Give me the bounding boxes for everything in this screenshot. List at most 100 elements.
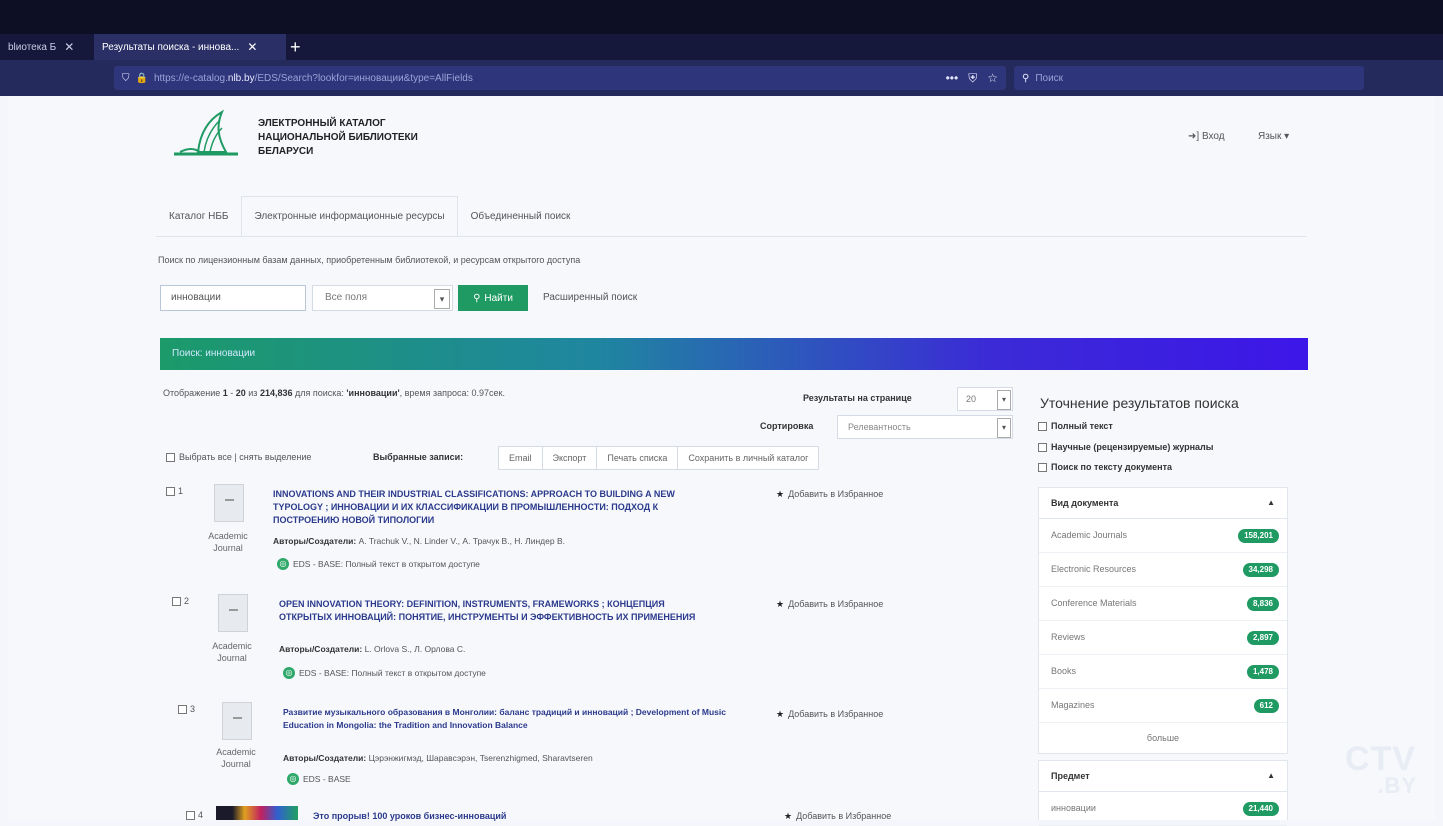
document-thumbnail-icon[interactable]	[222, 702, 252, 740]
sort-select[interactable]: Релевантность ▾	[837, 415, 1013, 439]
count-sep: из	[245, 388, 260, 398]
facet-item-label: Magazines	[1051, 700, 1095, 710]
globe-icon: ◎	[277, 558, 289, 570]
result-title[interactable]: OPEN INNOVATION THEORY: DEFINITION, INST…	[279, 598, 719, 624]
result-number[interactable]: 1	[166, 486, 183, 496]
per-page-select[interactable]: 20 ▾	[957, 387, 1013, 411]
result-number-value: 2	[184, 596, 190, 606]
result-number[interactable]: 2	[172, 596, 189, 606]
search-input[interactable]: инновации	[160, 285, 306, 311]
more-actions-icon[interactable]: •••	[946, 71, 959, 85]
facet-item-label: Books	[1051, 666, 1077, 676]
document-thumbnail-icon[interactable]	[218, 594, 248, 632]
bookmark-star-icon[interactable]: ☆	[987, 71, 998, 85]
new-tab-button[interactable]: +	[290, 34, 301, 60]
login-link[interactable]: ➜] Вход	[1188, 131, 1225, 142]
count-badge: 21,440	[1242, 802, 1279, 816]
result-type-line: Academic	[208, 531, 248, 541]
close-icon[interactable]: ✕	[247, 40, 257, 54]
count-sep: -	[227, 388, 236, 398]
chevron-down-icon: ▾	[434, 289, 450, 309]
result-number-value: 3	[190, 704, 196, 714]
ctv-watermark: CTV .BY	[1345, 742, 1425, 797]
add-favorite-link[interactable]: ★ Добавить в Избранное	[776, 599, 883, 610]
result-title[interactable]: INNOVATIONS AND THEIR INDUSTRIAL CLASSIF…	[273, 488, 713, 527]
facet-item[interactable]: Magazines 612	[1039, 689, 1287, 723]
facet-title: Вид документа	[1051, 498, 1119, 508]
result-checkbox[interactable]	[166, 486, 175, 496]
per-page-value: 20	[966, 394, 977, 404]
facet-document-type: Вид документа ▲ Academic Journals 158,201 …	[1038, 487, 1288, 754]
select-all-control[interactable]: Выбрать все | снять выделение	[166, 452, 311, 462]
result-checkbox[interactable]	[186, 810, 195, 820]
email-button[interactable]: Email	[498, 446, 543, 470]
facet-header[interactable]: Предмет ▲	[1039, 761, 1287, 792]
advanced-search-link[interactable]: Расширенный поиск	[543, 292, 637, 303]
tab-nlb-catalog[interactable]: Каталог НББ	[156, 196, 241, 236]
facet-item[interactable]: Books 1,478	[1039, 655, 1287, 689]
select-all-checkbox[interactable]	[166, 452, 175, 462]
browser-tab-library[interactable]: blиотека Б ✕	[0, 34, 90, 60]
result-type-line: Academic	[212, 641, 252, 651]
globe-icon: ◎	[287, 773, 299, 785]
book-cover-thumbnail[interactable]	[216, 806, 298, 820]
pocket-icon[interactable]: ⛨	[968, 71, 977, 86]
result-title[interactable]: Это прорыв! 100 уроков бизнес-инноваций	[313, 810, 733, 823]
search-field-select[interactable]: Все поля ▾	[312, 285, 453, 311]
find-button[interactable]: ⚲ Найти	[458, 285, 528, 311]
authors-value[interactable]: L. Orlova S., Л. Орлова С.	[365, 644, 466, 654]
search-placeholder: Поиск	[1035, 72, 1064, 84]
result-type: Academic Journal	[198, 530, 258, 554]
add-favorite-link[interactable]: ★ Добавить в Избранное	[776, 709, 883, 720]
save-to-catalog-button[interactable]: Сохранить в личный каталог	[677, 446, 820, 470]
url-bar[interactable]: ⛉ 🔒 https://e-catalog. nlb.by/EDS/Search?…	[114, 66, 1006, 90]
facet-more-link[interactable]: больше	[1039, 723, 1287, 753]
browser-search-bar[interactable]: ⚲ Поиск	[1014, 66, 1364, 90]
result-authors: Авторы/Создатели: Цэрэнжигмэд, Шаравсэрэ…	[283, 753, 593, 763]
authors-value[interactable]: A. Trachuk V., N. Linder V., А. Трачук В…	[359, 536, 565, 546]
count-badge: 1,478	[1246, 665, 1279, 679]
result-checkbox[interactable]	[172, 596, 181, 606]
facet-item[interactable]: инновации 21,440	[1039, 792, 1287, 826]
result-number[interactable]: 3	[178, 704, 195, 714]
result-type-line: Academic	[216, 747, 256, 757]
filter-checkbox[interactable]	[1038, 442, 1047, 452]
filter-peer-reviewed[interactable]: Научные (рецензируемые) журналы	[1038, 442, 1213, 452]
result-source[interactable]: ◎ EDS - BASE	[287, 773, 351, 785]
filter-document-text[interactable]: Поиск по тексту документа	[1038, 462, 1172, 472]
document-thumbnail-icon[interactable]	[214, 484, 244, 522]
authors-value[interactable]: Цэрэнжигмэд, Шаравсэрэн, Tserenzhigmed, …	[369, 753, 593, 763]
star-icon: ★	[776, 489, 785, 499]
result-checkbox[interactable]	[178, 704, 187, 714]
chevron-down-icon: ▾	[997, 390, 1011, 410]
export-button[interactable]: Экспорт	[541, 446, 598, 470]
result-source[interactable]: ◎ EDS - BASE: Полный текст в открытом дос…	[283, 667, 486, 679]
facet-item[interactable]: Academic Journals 158,201	[1039, 519, 1287, 553]
filter-full-text[interactable]: Полный текст	[1038, 421, 1113, 431]
facet-item[interactable]: Reviews 2,897	[1039, 621, 1287, 655]
result-number-value: 4	[198, 810, 204, 820]
result-number[interactable]: 4	[186, 810, 203, 820]
print-list-button[interactable]: Печать списка	[596, 446, 679, 470]
result-source-label: EDS - BASE: Полный текст в открытом дост…	[293, 559, 480, 569]
facet-header[interactable]: Вид документа ▲	[1039, 488, 1287, 519]
filter-checkbox[interactable]	[1038, 462, 1047, 472]
tab-combined-search[interactable]: Объединенный поиск	[458, 196, 584, 236]
globe-icon: ◎	[283, 667, 295, 679]
library-name: ЭЛЕКТРОННЫЙ КАТАЛОГ НАЦИОНАЛЬНОЙ БИБЛИОТ…	[258, 117, 418, 159]
caret-up-icon: ▲	[1267, 498, 1275, 507]
tab-electronic-resources[interactable]: Электронные информационные ресурсы	[241, 196, 458, 236]
language-dropdown[interactable]: Язык ▾	[1258, 131, 1289, 142]
screen-top-bezel	[0, 0, 1443, 34]
browser-tab-search-results[interactable]: Результаты поиска - иннова... ✕	[94, 34, 286, 60]
facet-item[interactable]: Electronic Resources 34,298	[1039, 553, 1287, 587]
close-icon[interactable]: ✕	[64, 40, 74, 54]
facet-item[interactable]: Conference Materials 8,836	[1039, 587, 1287, 621]
result-title[interactable]: Развитие музыкального образования в Монг…	[283, 706, 738, 732]
count-total: 214,836	[259, 388, 293, 398]
add-favorite-link[interactable]: ★ Добавить в Избранное	[776, 489, 883, 500]
result-source[interactable]: ◎ EDS - BASE: Полный текст в открытом дос…	[277, 558, 480, 570]
per-page-label: Результаты на странице	[803, 393, 912, 403]
add-favorite-link[interactable]: ★ Добавить в Избранное	[784, 811, 891, 822]
filter-checkbox[interactable]	[1038, 421, 1047, 431]
